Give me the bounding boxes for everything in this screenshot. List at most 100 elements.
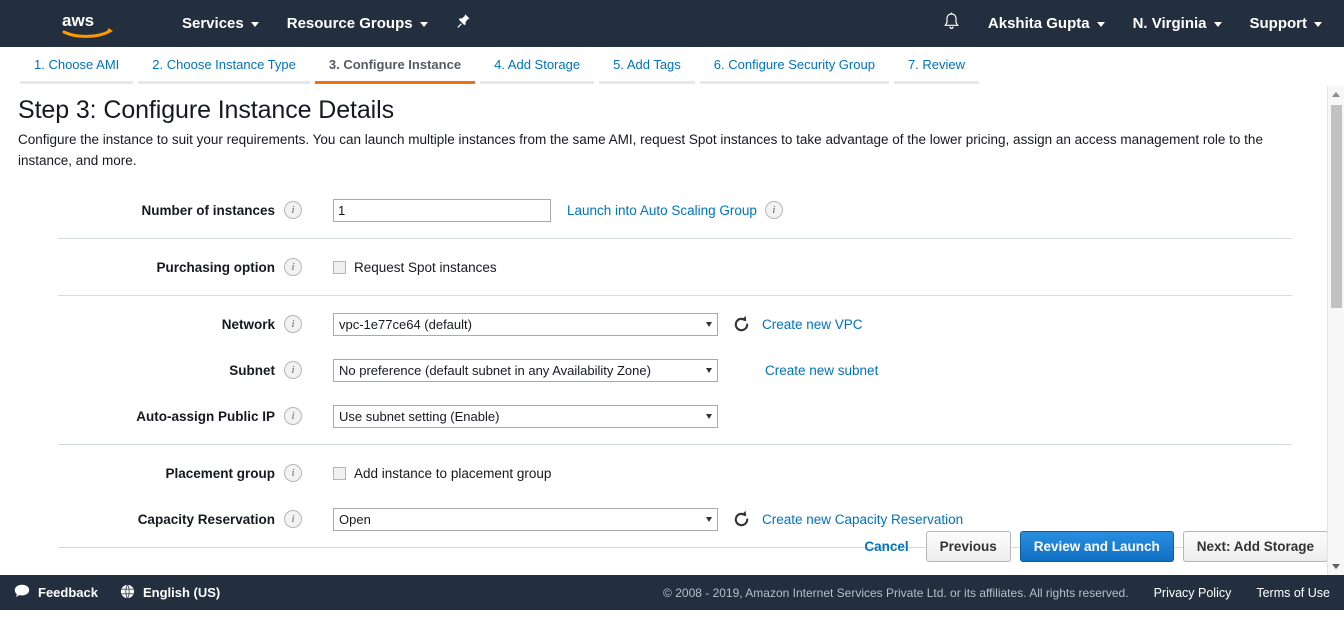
placement-group-label: Placement group xyxy=(165,465,275,481)
info-icon[interactable]: i xyxy=(284,407,302,425)
nav-resource-groups-label: Resource Groups xyxy=(286,15,413,32)
footer-right-group: © 2008 - 2019, Amazon Internet Services … xyxy=(663,586,1330,600)
svg-text:aws: aws xyxy=(62,11,94,30)
tab-configure-security-group[interactable]: 6. Configure Security Group xyxy=(699,47,889,84)
form-row-subnet: Subnet i No preference (default subnet i… xyxy=(40,347,1292,393)
next-add-storage-button[interactable]: Next: Add Storage xyxy=(1182,531,1328,562)
purchasing-option-control: Request Spot instances xyxy=(333,260,497,275)
tab-add-tags[interactable]: 5. Add Tags xyxy=(599,47,695,84)
terms-of-use-link[interactable]: Terms of Use xyxy=(1256,586,1330,600)
network-label: Network xyxy=(221,316,275,332)
request-spot-instances-checkbox[interactable] xyxy=(333,260,346,274)
language-selector[interactable]: English (US) xyxy=(120,584,220,602)
footer-left-group: Feedback English (US) xyxy=(14,584,220,602)
review-and-launch-button[interactable]: Review and Launch xyxy=(1019,531,1174,562)
nav-services-label: Services xyxy=(182,15,244,32)
notifications-button[interactable] xyxy=(929,12,974,36)
form-row-placement-group: Placement group i Add instance to placem… xyxy=(40,450,1292,496)
chevron-down-icon xyxy=(419,22,428,27)
page-description: Configure the instance to suit your requ… xyxy=(18,132,1263,168)
info-icon[interactable]: i xyxy=(284,361,302,379)
chevron-down-icon xyxy=(701,516,717,522)
scroll-down-arrow-icon[interactable] xyxy=(1328,558,1344,575)
number-of-instances-label: Number of instances xyxy=(141,202,275,218)
auto-assign-public-ip-control: Use subnet setting (Enable) xyxy=(333,404,718,428)
vertical-scrollbar[interactable] xyxy=(1327,86,1344,575)
info-icon[interactable]: i xyxy=(284,510,302,528)
info-icon[interactable]: i xyxy=(284,315,302,333)
aws-logo[interactable]: aws xyxy=(60,9,118,39)
scroll-up-arrow-icon[interactable] xyxy=(1328,86,1344,103)
nav-region-label: N. Virginia xyxy=(1132,15,1207,32)
pin-button[interactable] xyxy=(442,13,485,34)
nav-services[interactable]: Services xyxy=(168,0,273,47)
globe-icon xyxy=(120,584,135,602)
scrollbar-thumb[interactable] xyxy=(1331,105,1342,308)
network-select[interactable]: vpc-1e77ce64 (default) xyxy=(333,312,718,336)
subnet-select-value: No preference (default subnet in any Ava… xyxy=(339,362,651,378)
info-icon[interactable]: i xyxy=(764,201,783,219)
auto-assign-public-ip-value: Use subnet setting (Enable) xyxy=(339,408,500,424)
info-icon[interactable]: i xyxy=(284,464,302,482)
language-label: English (US) xyxy=(142,585,221,600)
add-instance-to-placement-group-label[interactable]: Add instance to placement group xyxy=(354,466,551,481)
form-row-network: Network i vpc-1e77ce64 (default) Create … xyxy=(40,301,1292,347)
create-new-subnet-link[interactable]: Create new subnet xyxy=(765,363,878,378)
tab-configure-instance[interactable]: 3. Configure Instance xyxy=(314,47,476,84)
launch-into-auto-scaling-group-link[interactable]: Launch into Auto Scaling Group xyxy=(567,203,757,218)
privacy-policy-link[interactable]: Privacy Policy xyxy=(1154,586,1232,600)
number-of-instances-input[interactable] xyxy=(333,198,551,222)
feedback-button[interactable]: Feedback xyxy=(14,584,98,601)
subnet-label: Subnet xyxy=(229,362,275,378)
copyright-text: © 2008 - 2019, Amazon Internet Services … xyxy=(663,585,1129,600)
chevron-down-icon xyxy=(1314,22,1322,27)
info-icon[interactable]: i xyxy=(284,201,302,219)
chevron-down-icon xyxy=(1213,22,1222,27)
request-spot-instances-label[interactable]: Request Spot instances xyxy=(354,260,497,275)
capacity-reservation-value: Open xyxy=(339,511,371,527)
network-select-value: vpc-1e77ce64 (default) xyxy=(339,316,472,332)
pin-icon xyxy=(456,13,471,34)
divider xyxy=(58,295,1292,296)
page-title: Step 3: Configure Instance Details xyxy=(18,96,394,124)
configure-instance-form: Number of instances i Launch into Auto S… xyxy=(40,187,1292,548)
cancel-button[interactable]: Cancel xyxy=(864,539,908,554)
tab-add-storage[interactable]: 4. Add Storage xyxy=(480,47,595,84)
bell-icon xyxy=(943,12,960,36)
purchasing-option-label: Purchasing option xyxy=(156,259,275,275)
nav-support-label: Support xyxy=(1249,15,1308,32)
previous-button[interactable]: Previous xyxy=(925,531,1011,562)
refresh-icon[interactable] xyxy=(732,510,751,529)
wizard-step-tabs: 1. Choose AMI 2. Choose Instance Type 3.… xyxy=(0,47,1344,86)
refresh-icon[interactable] xyxy=(732,315,751,334)
capacity-reservation-select[interactable]: Open xyxy=(333,507,718,531)
create-new-capacity-reservation-link[interactable]: Create new Capacity Reservation xyxy=(762,512,963,527)
nav-user-menu[interactable]: Akshita Gupta xyxy=(974,0,1119,47)
tab-choose-instance-type[interactable]: 2. Choose Instance Type xyxy=(138,47,310,84)
divider xyxy=(58,444,1292,445)
add-instance-to-placement-group-checkbox[interactable] xyxy=(333,466,346,480)
form-row-number-of-instances: Number of instances i Launch into Auto S… xyxy=(40,187,1292,233)
tab-review[interactable]: 7. Review xyxy=(893,47,980,84)
create-new-vpc-link[interactable]: Create new VPC xyxy=(762,317,863,332)
number-of-instances-control: Launch into Auto Scaling Group i xyxy=(333,198,783,222)
nav-resource-groups[interactable]: Resource Groups xyxy=(273,0,442,47)
nav-support-menu[interactable]: Support xyxy=(1236,0,1337,47)
capacity-reservation-label: Capacity Reservation xyxy=(137,511,275,527)
auto-assign-public-ip-label: Auto-assign Public IP xyxy=(136,408,275,424)
chevron-down-icon xyxy=(250,22,259,27)
subnet-control: No preference (default subnet in any Ava… xyxy=(333,358,878,382)
tab-choose-ami[interactable]: 1. Choose AMI xyxy=(20,47,134,84)
feedback-label: Feedback xyxy=(38,585,98,600)
page-footer: Feedback English (US) © 2008 - 2019, Ama… xyxy=(0,575,1344,610)
subnet-select[interactable]: No preference (default subnet in any Ava… xyxy=(333,358,718,382)
capacity-reservation-control: Open Create new Capacity Reservation xyxy=(333,507,963,531)
nav-region-menu[interactable]: N. Virginia xyxy=(1119,0,1236,47)
chevron-down-icon xyxy=(1096,22,1105,27)
wizard-action-buttons: Cancel Previous Review and Launch Next: … xyxy=(864,531,1328,562)
nav-user-label: Akshita Gupta xyxy=(987,15,1090,32)
auto-assign-public-ip-select[interactable]: Use subnet setting (Enable) xyxy=(333,404,718,428)
divider xyxy=(58,238,1292,239)
info-icon[interactable]: i xyxy=(284,258,302,276)
chevron-down-icon xyxy=(701,321,717,327)
